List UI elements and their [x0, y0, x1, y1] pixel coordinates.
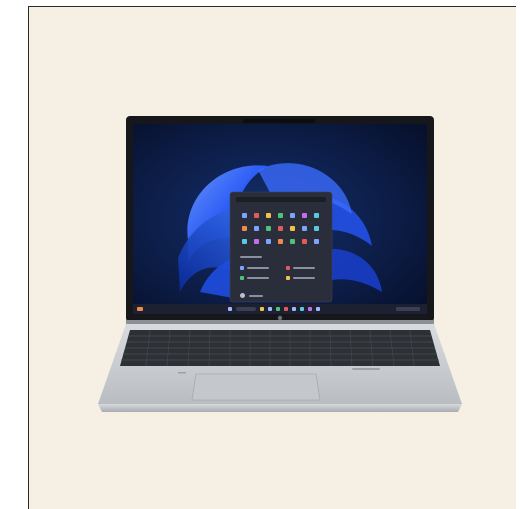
laptop-base — [98, 324, 462, 404]
laptop-hinge — [126, 320, 434, 324]
laptop-screen — [126, 116, 434, 322]
laptop-photo — [98, 116, 462, 412]
laptop-front-edge — [98, 404, 462, 412]
taskbar — [133, 304, 427, 314]
touchpad — [191, 373, 321, 401]
start-menu — [229, 191, 333, 303]
hp-logo — [277, 315, 283, 321]
